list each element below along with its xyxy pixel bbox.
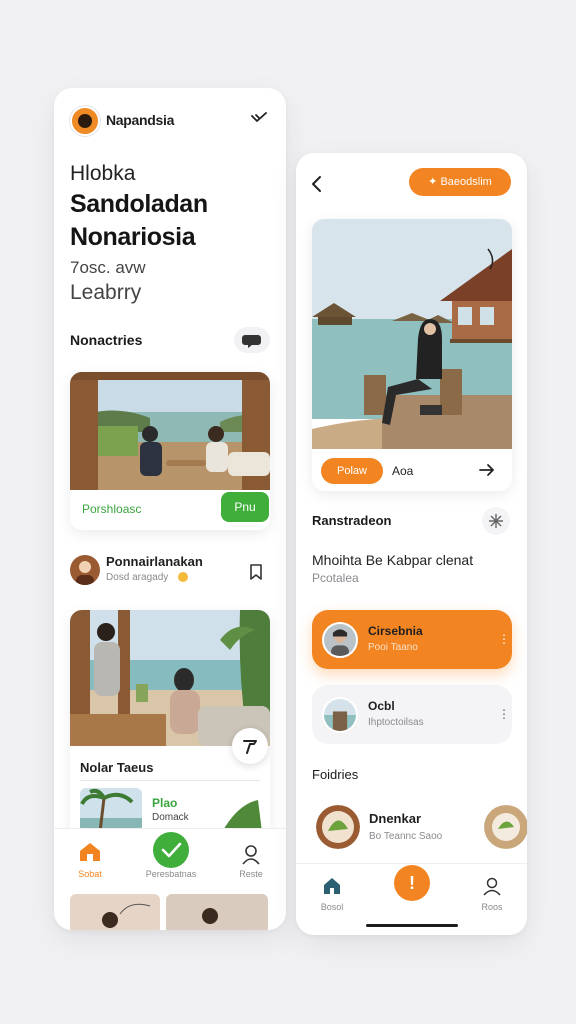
hero-label: Aoa (392, 464, 414, 478)
lounge-title: Nolar Taeus (80, 760, 154, 775)
top-action-label: Baeodslim (440, 176, 492, 188)
tab-profile-label[interactable]: Roos (470, 902, 514, 912)
avatar (322, 697, 358, 733)
list-item-sub: Pooi Taano (368, 642, 418, 653)
home-icon[interactable] (78, 841, 102, 863)
food-name: Dnenkar (369, 811, 422, 826)
left-phone-screen: Napandsia Hlobka Sandoladan Nonariosia 7… (54, 88, 286, 930)
food-thumbnail[interactable] (316, 805, 360, 849)
subline-2: Leabrry (70, 281, 142, 304)
brand-logo (70, 106, 100, 136)
tab-center-label[interactable]: Peresbatnas (136, 869, 206, 879)
tab-home-label[interactable]: Sobat (66, 869, 114, 879)
food-thumbnail[interactable] (484, 805, 527, 849)
mini-sub: Domack (152, 812, 189, 823)
lounge-photo (70, 610, 270, 746)
alert-icon[interactable]: ! (394, 865, 430, 901)
palm-thumbnail (80, 788, 142, 832)
chat-button[interactable] (234, 327, 270, 353)
section-title: Foidries (312, 767, 359, 782)
arrow-right-icon[interactable] (478, 462, 496, 478)
sparkle-icon: ✦ (428, 176, 441, 188)
tab-home-label[interactable]: Bosol (312, 902, 352, 912)
profile-icon[interactable] (482, 876, 502, 896)
chat-bubble-icon (242, 335, 261, 348)
preview-thumb-1 (70, 894, 160, 930)
home-indicator (366, 924, 458, 927)
chevron-check-icon[interactable] (250, 110, 268, 128)
avatar[interactable] (70, 555, 100, 585)
villa-card[interactable]: Porshloasc Pnu (70, 372, 270, 530)
divider (80, 780, 260, 781)
more-icon[interactable]: ⋮ (498, 707, 510, 721)
hero-card[interactable]: Polaw Aoa (312, 219, 512, 491)
list-item-name: Ocbl (368, 699, 395, 713)
check-circle-icon (161, 842, 182, 858)
bottom-nav: Sobat Peresbatnas Reste (54, 828, 286, 930)
hero-action-button[interactable]: Polaw (321, 458, 383, 484)
bottom-nav: Bosol ! Roos (296, 863, 527, 935)
section-title: Nonactries (70, 332, 143, 348)
subhead: Pcotalea (312, 571, 359, 585)
bookmark-icon[interactable] (248, 563, 264, 581)
headline-line-1: Sandoladan (70, 190, 208, 218)
user-name: Ponnairlanakan (106, 554, 203, 569)
user-meta: Dosd aragady (106, 572, 169, 583)
preview-thumb-2 (166, 894, 268, 930)
headline-line-2: Nonariosia (70, 223, 196, 251)
more-icon[interactable]: ⋮ (498, 632, 510, 646)
home-icon[interactable] (322, 876, 342, 896)
list-item-name: Cirsebnia (368, 624, 423, 638)
plant-thumbnail (218, 798, 262, 832)
brand-name: Napandsia (106, 112, 175, 128)
lounge-card[interactable]: Nolar Taeus Plao Domack (70, 610, 270, 840)
check-circle-button[interactable] (153, 832, 189, 868)
villa-caption: Porshloasc (82, 502, 142, 516)
mini-title: Plao (152, 796, 178, 810)
hero-photo (312, 219, 512, 449)
sparkle-icon (489, 514, 503, 528)
subline-1: 7osc. avw (70, 258, 146, 277)
villa-action-button[interactable]: Pnu (221, 492, 269, 522)
tab-profile-label[interactable]: Reste (228, 869, 274, 879)
profile-icon[interactable] (240, 843, 262, 865)
list-item-sub: Ihptoctoilsas (368, 717, 424, 728)
top-action-button[interactable]: ✦ Baeodslim (409, 168, 511, 196)
headline: Mhoihta Be Kabpar clenat (312, 552, 474, 568)
villa-photo (70, 372, 270, 490)
right-phone-screen: ✦ Baeodslim Polaw Aoa Ranstradeon Mhoiht… (296, 153, 527, 935)
avatar (322, 622, 358, 658)
hammer-icon (243, 740, 257, 754)
list-item[interactable]: Ocbl Ihptoctoilsas ⋮ (312, 685, 512, 744)
sparkle-button[interactable] (482, 507, 510, 535)
emoji-icon (178, 572, 188, 582)
back-arrow-icon[interactable] (310, 175, 324, 193)
list-item[interactable]: Cirsebnia Pooi Taano ⋮ (312, 610, 512, 669)
headline-small: Hlobka (70, 162, 136, 185)
section-title: Ranstradeon (312, 513, 392, 528)
tool-button[interactable] (232, 728, 268, 764)
food-meta: Bo Teannc Saoo (369, 831, 443, 842)
